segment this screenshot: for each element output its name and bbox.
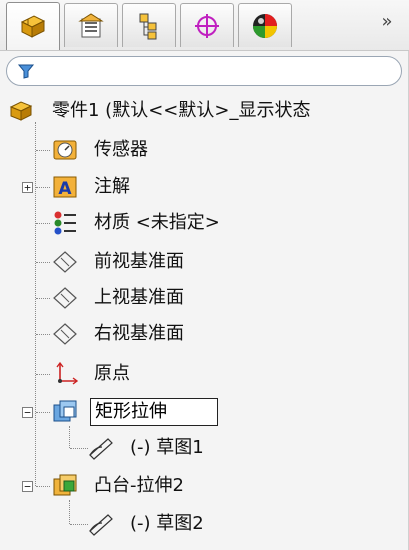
configuration-manager-icon: [139, 13, 157, 39]
collapse-toggle[interactable]: −: [22, 407, 33, 418]
cut-extrude-icon: [52, 399, 78, 425]
property-manager-icon: [78, 12, 104, 37]
feature-tree: 零件1 (默认<<默认>_显示状态 传感器 + A 注解 材质 <未指定> 前视…: [0, 90, 409, 550]
tab-feature-manager[interactable]: [6, 2, 60, 50]
display-manager-icon: [253, 13, 277, 38]
tree-item-label: 凸台-拉伸2: [94, 475, 184, 496]
tree-item-origin[interactable]: 原点: [0, 357, 409, 391]
manager-tab-bar: »: [0, 0, 409, 51]
plane-icon: [52, 249, 78, 275]
filter-icon[interactable]: [17, 62, 35, 80]
plane-icon: [52, 285, 78, 311]
tree-item-label: 原点: [94, 363, 130, 384]
tree-root-label: 零件1 (默认<<默认>_显示状态: [52, 100, 311, 121]
rename-feature-input[interactable]: 矩形拉伸: [90, 398, 218, 426]
tree-item-annotations[interactable]: + A 注解: [0, 170, 409, 204]
tree-item-sketch2[interactable]: (-) 草图2: [0, 507, 409, 541]
tree-root-part[interactable]: 零件1 (默认<<默认>_显示状态: [0, 94, 409, 128]
tree-item-extrude-cut[interactable]: − 矩形拉伸: [0, 395, 409, 429]
feature-manager-icon: [20, 14, 46, 38]
tree-item-label: 注解: [94, 176, 130, 197]
tree-filter-bar[interactable]: [6, 56, 402, 86]
tree-item-sketch1[interactable]: (-) 草图1: [0, 431, 409, 465]
origin-icon: [52, 361, 78, 387]
tab-dimxpert-manager[interactable]: [180, 3, 234, 47]
tree-item-material[interactable]: 材质 <未指定>: [0, 206, 409, 240]
tree-item-right-plane[interactable]: 右视基准面: [0, 317, 409, 351]
svg-text:A: A: [58, 179, 72, 199]
sensor-icon: [52, 137, 78, 163]
dimxpert-icon: [195, 13, 219, 38]
tree-item-boss-extrude[interactable]: − 凸台-拉伸2: [0, 469, 409, 503]
sketch-icon: [88, 435, 114, 461]
tree-item-label: 上视基准面: [94, 287, 184, 308]
annotation-icon: A: [52, 174, 78, 200]
sketch-icon: [88, 511, 114, 537]
tree-item-label: 传感器: [94, 139, 148, 160]
tree-item-label: (-) 草图1: [130, 437, 204, 458]
tab-display-manager[interactable]: [238, 3, 292, 47]
collapse-toggle[interactable]: −: [22, 481, 33, 492]
feature-manager-panel: » 零件1 (默认<<默认>_显示状态 传感器 + A 注解 材质 <未指定> …: [0, 0, 409, 550]
tab-property-manager[interactable]: [64, 3, 118, 47]
tree-item-top-plane[interactable]: 上视基准面: [0, 281, 409, 315]
tree-item-label: 右视基准面: [94, 323, 184, 344]
tree-item-front-plane[interactable]: 前视基准面: [0, 245, 409, 279]
tree-item-label: (-) 草图2: [130, 513, 204, 534]
plane-icon: [52, 321, 78, 347]
part-icon: [8, 98, 34, 124]
tree-item-label: 前视基准面: [94, 251, 184, 272]
tree-item-sensors[interactable]: 传感器: [0, 133, 409, 167]
expand-toggle[interactable]: +: [22, 182, 33, 193]
more-tabs-button[interactable]: »: [375, 10, 399, 34]
boss-extrude-icon: [52, 473, 78, 499]
material-icon: [52, 210, 78, 236]
tree-item-label: 材质 <未指定>: [94, 212, 220, 233]
tab-configuration-manager[interactable]: [122, 3, 176, 47]
